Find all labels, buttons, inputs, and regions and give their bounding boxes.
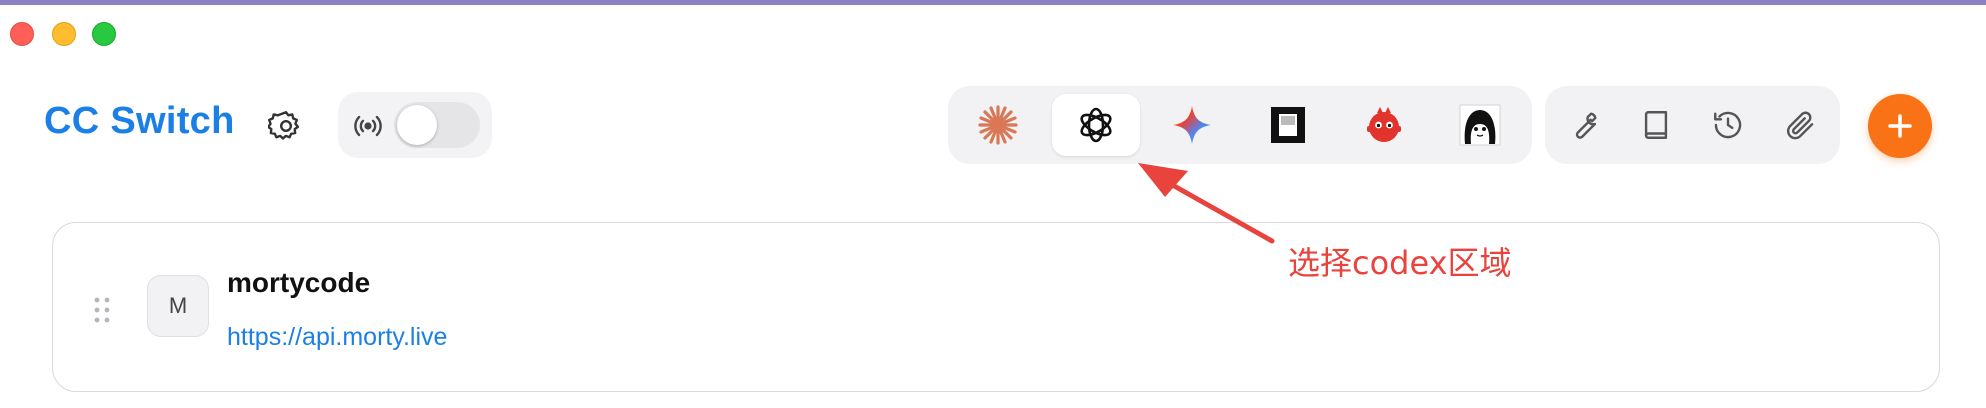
provider-card[interactable]: M mortycode https://api.morty.live xyxy=(52,222,1940,392)
openai-codex-icon xyxy=(1080,107,1112,143)
provider-name: mortycode xyxy=(227,267,371,298)
window-minimize-button[interactable] xyxy=(52,22,76,46)
gemini-star-icon xyxy=(1173,106,1211,144)
provider-tabs xyxy=(948,86,1532,164)
settings-button[interactable] xyxy=(266,108,304,144)
provider-avatar: M xyxy=(147,275,209,337)
red-mascot-icon xyxy=(1367,107,1401,142)
terminal-app-icon xyxy=(1271,107,1305,143)
docs-button[interactable] xyxy=(1639,108,1673,142)
anime-avatar-icon xyxy=(1459,104,1501,146)
annotation-label: 选择codex区域 xyxy=(1288,244,1512,282)
tools-button[interactable] xyxy=(1567,108,1601,142)
provider-tab-anime[interactable] xyxy=(1436,94,1524,156)
history-button[interactable] xyxy=(1711,108,1745,142)
attachments-button[interactable] xyxy=(1783,108,1817,142)
window-close-button[interactable] xyxy=(10,22,34,46)
drag-handle-icon[interactable] xyxy=(93,295,111,325)
wrench-icon xyxy=(1575,112,1597,139)
provider-tab-claude[interactable] xyxy=(954,94,1042,156)
book-icon xyxy=(1644,111,1668,139)
history-icon xyxy=(1714,111,1742,139)
window-top-border xyxy=(0,0,1986,5)
provider-tab-codex[interactable] xyxy=(1052,94,1140,156)
app-title: CC Switch xyxy=(44,100,235,142)
provider-tab-terminal[interactable] xyxy=(1244,94,1332,156)
window-zoom-button[interactable] xyxy=(92,22,116,46)
plus-icon xyxy=(1888,114,1912,138)
add-provider-button[interactable] xyxy=(1868,94,1932,158)
claude-sparkle-icon xyxy=(978,105,1018,145)
provider-tab-mascot[interactable] xyxy=(1340,94,1428,156)
provider-url-link[interactable]: https://api.morty.live xyxy=(227,323,447,352)
gear-icon xyxy=(266,111,300,140)
paperclip-icon xyxy=(1786,111,1814,140)
toolbar xyxy=(1545,86,1840,164)
toggle-knob xyxy=(397,105,437,145)
provider-tab-gemini[interactable] xyxy=(1148,94,1236,156)
broadcast-icon xyxy=(354,115,382,137)
proxy-toggle[interactable] xyxy=(394,102,480,148)
proxy-control xyxy=(338,92,492,158)
